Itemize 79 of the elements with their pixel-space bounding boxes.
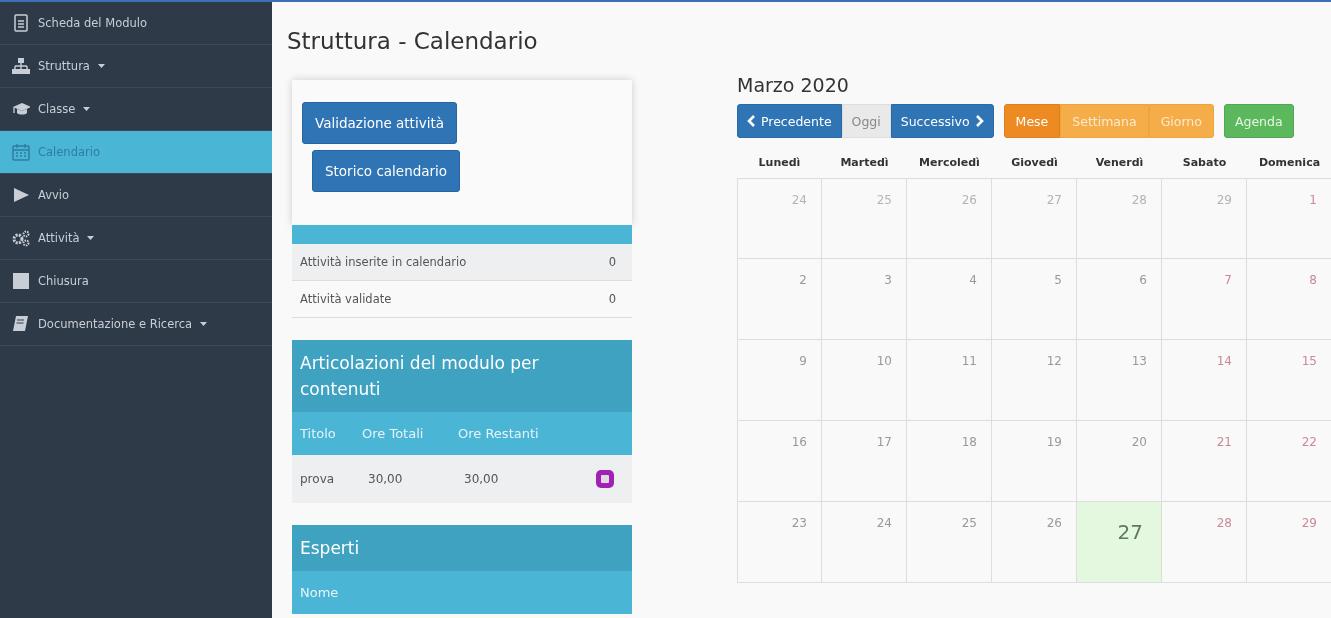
day-cell[interactable]: 22 <box>1247 421 1331 502</box>
column-header: Ore Restanti <box>458 426 540 441</box>
weekday-header: Domenica <box>1257 155 1322 171</box>
column-header: Titolo <box>300 426 337 441</box>
day-cell[interactable]: 27 <box>992 178 1077 259</box>
sidebar-item[interactable]: Avvio <box>0 174 272 217</box>
table-cell-text: 30,00 <box>367 472 404 486</box>
column-header: Ore Totali <box>362 426 425 441</box>
day-cell[interactable]: 17 <box>822 421 907 502</box>
day-cell[interactable]: 25 <box>907 502 992 583</box>
action-button[interactable]: Storico calendario <box>312 150 461 192</box>
weekday-header: Sabato <box>1181 155 1228 171</box>
table-cell-text: 30,00 <box>463 472 500 486</box>
day-cell[interactable]: 12 <box>992 340 1077 421</box>
square-icon <box>12 272 30 290</box>
page-title: Struttura - Calendario <box>287 28 538 54</box>
day-cell[interactable]: 13 <box>1077 340 1162 421</box>
day-cell[interactable]: 24 <box>822 502 907 583</box>
month-title: Marzo 2020 <box>737 74 849 96</box>
sitemap-icon <box>12 57 30 75</box>
day-cell[interactable]: 7 <box>1162 259 1247 340</box>
day-cell[interactable]: 5 <box>992 259 1077 340</box>
view-tab[interactable]: Agenda <box>1223 104 1294 138</box>
sidebar-item[interactable]: Chiusura <box>0 260 272 303</box>
day-cell[interactable]: 6 <box>1077 259 1162 340</box>
section-header: Articolazioni del modulo per contenuti <box>292 340 632 412</box>
chevron-right-icon <box>974 115 984 127</box>
summary-value: 0 <box>608 255 616 269</box>
section-header: Esperti <box>292 525 632 571</box>
day-cell[interactable]: 2 <box>737 259 822 340</box>
weekday-header: Martedì <box>839 155 890 171</box>
day-cell[interactable]: 21 <box>1162 421 1247 502</box>
day-cell[interactable]: 28 <box>1077 178 1162 259</box>
day-cell[interactable]: 29 <box>1162 178 1247 259</box>
sidebar-item[interactable]: Scheda del Modulo <box>0 2 272 45</box>
day-cell[interactable]: 24 <box>737 178 822 259</box>
weekday-header: Giovedì <box>1010 155 1059 171</box>
play-icon <box>12 186 30 204</box>
day-cell[interactable]: 25 <box>822 178 907 259</box>
sidebar-item[interactable]: Struttura <box>0 45 272 88</box>
day-cell[interactable]: 18 <box>907 421 992 502</box>
summary-label: Attività inserite in calendario <box>300 255 467 269</box>
day-cell[interactable]: 15 <box>1247 340 1331 421</box>
view-tab[interactable]: Mese <box>1003 104 1061 138</box>
summary-value: 0 <box>608 292 616 306</box>
day-cell[interactable]: 9 <box>737 340 822 421</box>
today-cell[interactable]: 27 <box>1077 502 1162 583</box>
day-cell[interactable]: 4 <box>907 259 992 340</box>
action-button[interactable]: Validazione attività <box>302 102 457 144</box>
document-icon <box>12 14 30 32</box>
day-cell[interactable]: 3 <box>822 259 907 340</box>
chevron-left-icon <box>747 115 756 127</box>
view-tab[interactable]: Giorno <box>1148 104 1214 138</box>
day-cell[interactable]: 11 <box>907 340 992 421</box>
day-cell[interactable]: 26 <box>907 178 992 259</box>
day-cell[interactable]: 19 <box>992 421 1077 502</box>
weekday-header: Mercoledì <box>918 155 981 171</box>
sidebar-item[interactable]: Documentazione e Ricerca <box>0 303 272 346</box>
day-cell[interactable]: 1 <box>1247 178 1331 259</box>
day-cell[interactable]: 28 <box>1162 502 1247 583</box>
summary-label: Attività validate <box>300 292 392 306</box>
previous-button[interactable]: Precedente <box>737 104 842 138</box>
day-cell[interactable]: 10 <box>822 340 907 421</box>
weekday-header: Lunedì <box>757 155 802 171</box>
table-cell-text: prova <box>300 472 336 486</box>
day-cell[interactable]: 8 <box>1247 259 1331 340</box>
book-icon <box>12 315 30 333</box>
sidebar-item[interactable]: Attività <box>0 217 272 260</box>
day-cell[interactable]: 29 <box>1247 502 1331 583</box>
weekday-header: Venerdì <box>1094 155 1145 171</box>
day-cell[interactable]: 14 <box>1162 340 1247 421</box>
day-cell[interactable]: 16 <box>737 421 822 502</box>
gears-icon <box>12 229 30 247</box>
view-tab[interactable]: Settimana <box>1060 104 1149 138</box>
next-button[interactable]: Successivo <box>890 104 994 138</box>
stop-button[interactable] <box>596 470 614 488</box>
calendar-icon <box>12 143 30 161</box>
column-header: Nome <box>300 585 340 600</box>
day-cell[interactable]: 23 <box>737 502 822 583</box>
